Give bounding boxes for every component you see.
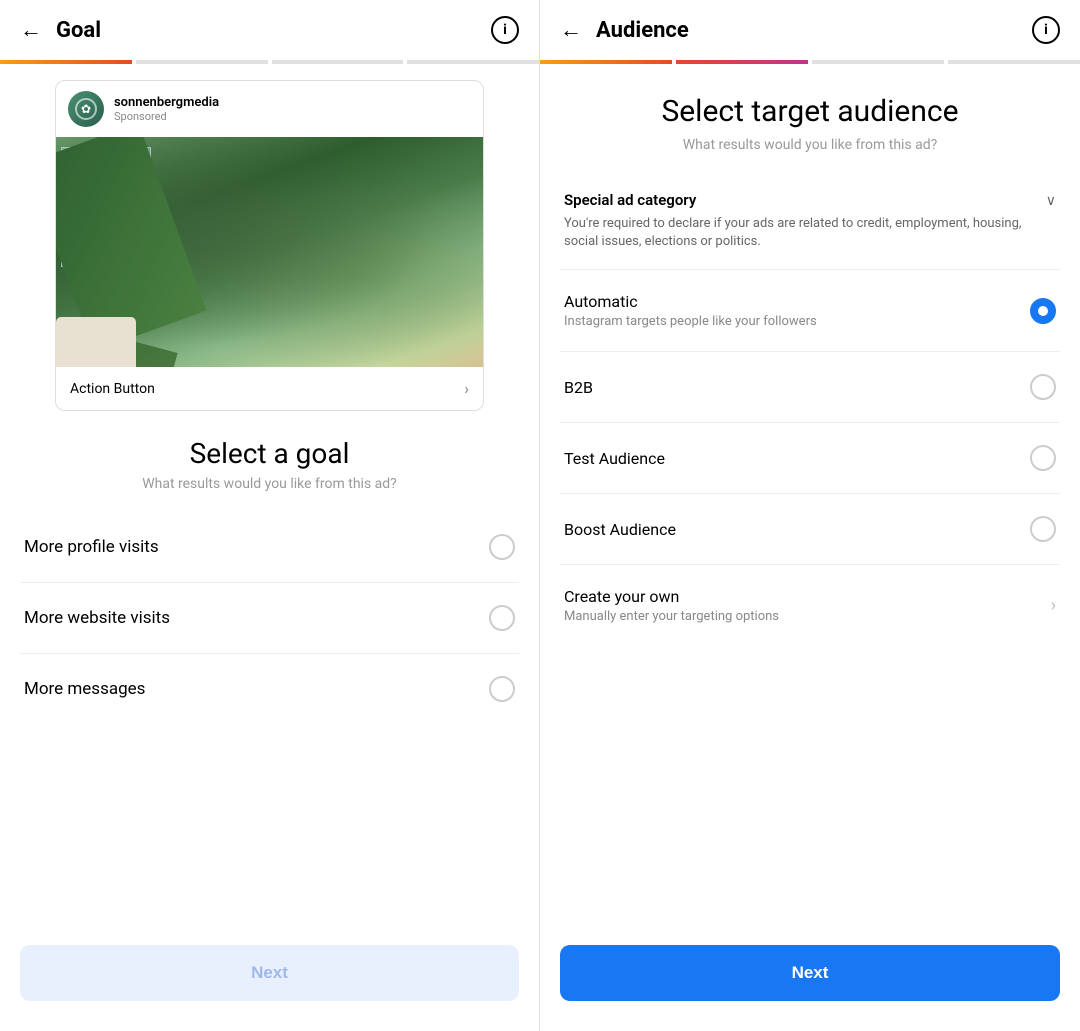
audience-option-b2b-radio[interactable] [1030,374,1056,400]
audience-section-title: Select target audience [540,64,1080,137]
audience-option-create-own[interactable]: Create your own Manually enter your targ… [560,565,1060,646]
left-back-button[interactable]: ← [20,17,42,43]
audience-option-test-audience-name: Test Audience [564,449,1030,468]
right-panel-title: Audience [596,18,1032,43]
left-info-icon[interactable]: i [491,16,519,44]
avatar-icon: ✿ [81,102,91,116]
goal-option-profile-visits-radio[interactable] [489,534,515,560]
goal-option-website-visits-label: More website visits [24,608,170,628]
special-ad-content: Special ad category You're required to d… [564,191,1036,251]
ad-action-arrow-icon: › [464,379,469,398]
goal-options-list: More profile visits More website visits … [0,512,539,925]
audience-option-automatic-desc: Instagram targets people like your follo… [564,314,1030,329]
audience-option-test-audience-radio[interactable] [1030,445,1056,471]
audience-option-create-own-left: Create your own Manually enter your targ… [564,587,1041,624]
ad-avatar: ✿ [68,91,104,127]
special-ad-category-section[interactable]: Special ad category You're required to d… [560,173,1060,270]
audience-option-b2b-name: B2B [564,378,1030,397]
goal-option-profile-visits-label: More profile visits [24,537,159,557]
goal-option-website-visits-radio[interactable] [489,605,515,631]
audience-option-boost-audience[interactable]: Boost Audience [560,494,1060,565]
right-next-btn-container: Next [540,929,1080,1031]
audience-section-subtitle: What results would you like from this ad… [540,137,1080,173]
right-back-button[interactable]: ← [560,17,582,43]
ad-action-button-label: Action Button [70,381,155,397]
goal-section-title: Select a goal [0,427,539,476]
left-next-btn-container: Next [0,925,539,1031]
audience-option-b2b[interactable]: B2B [560,352,1060,423]
special-ad-title: Special ad category [564,191,1036,209]
audience-option-test-audience[interactable]: Test Audience [560,423,1060,494]
audience-option-b2b-left: B2B [564,378,1030,397]
audience-option-boost-audience-radio[interactable] [1030,516,1056,542]
goal-option-messages-radio[interactable] [489,676,515,702]
goal-option-messages-label: More messages [24,679,145,699]
goal-option-website-visits[interactable]: More website visits [20,583,519,654]
right-header: ← Audience i [540,0,1080,60]
audience-option-automatic-left: Automatic Instagram targets people like … [564,292,1030,329]
goal-section-subtitle: What results would you like from this ad… [0,476,539,512]
audience-option-automatic-name: Automatic [564,292,1030,311]
ad-sponsored-label: Sponsored [114,110,471,123]
left-header: ← Goal i [0,0,539,60]
goal-option-profile-visits[interactable]: More profile visits [20,512,519,583]
audience-option-create-own-desc: Manually enter your targeting options [564,609,1041,624]
special-ad-chevron-icon: ∨ [1046,193,1056,209]
ad-preview-wrapper: ✿ sonnenbergmedia Sponsored Action Butto… [0,64,539,427]
right-panel: ← Audience i Select target audience What… [540,0,1080,1031]
ad-card-header: ✿ sonnenbergmedia Sponsored [56,81,483,137]
left-panel-title: Goal [56,18,491,43]
left-next-button[interactable]: Next [20,945,519,1001]
ad-preview-card: ✿ sonnenbergmedia Sponsored Action Butto… [55,80,484,411]
right-next-button[interactable]: Next [560,945,1060,1001]
audience-option-automatic-radio[interactable] [1030,298,1056,324]
audience-option-create-own-name: Create your own [564,587,1041,606]
ad-account-info: sonnenbergmedia Sponsored [114,95,471,123]
audience-option-automatic[interactable]: Automatic Instagram targets people like … [560,270,1060,352]
ad-action-row[interactable]: Action Button › [56,367,483,410]
right-info-icon[interactable]: i [1032,16,1060,44]
create-own-arrow-icon: › [1051,595,1056,616]
audience-option-boost-audience-left: Boost Audience [564,520,1030,539]
special-ad-description: You're required to declare if your ads a… [564,215,1036,251]
ad-preview-image [56,137,483,367]
couch-element [56,317,136,367]
left-panel: ← Goal i ✿ sonnenbergmedia Sponsored [0,0,540,1031]
audience-options-list: Special ad category You're required to d… [540,173,1080,929]
special-ad-header: Special ad category You're required to d… [564,191,1056,251]
audience-option-boost-audience-name: Boost Audience [564,520,1030,539]
ad-account-name: sonnenbergmedia [114,95,471,110]
audience-option-test-audience-left: Test Audience [564,449,1030,468]
ad-avatar-inner: ✿ [75,98,97,120]
goal-option-messages[interactable]: More messages [20,654,519,724]
